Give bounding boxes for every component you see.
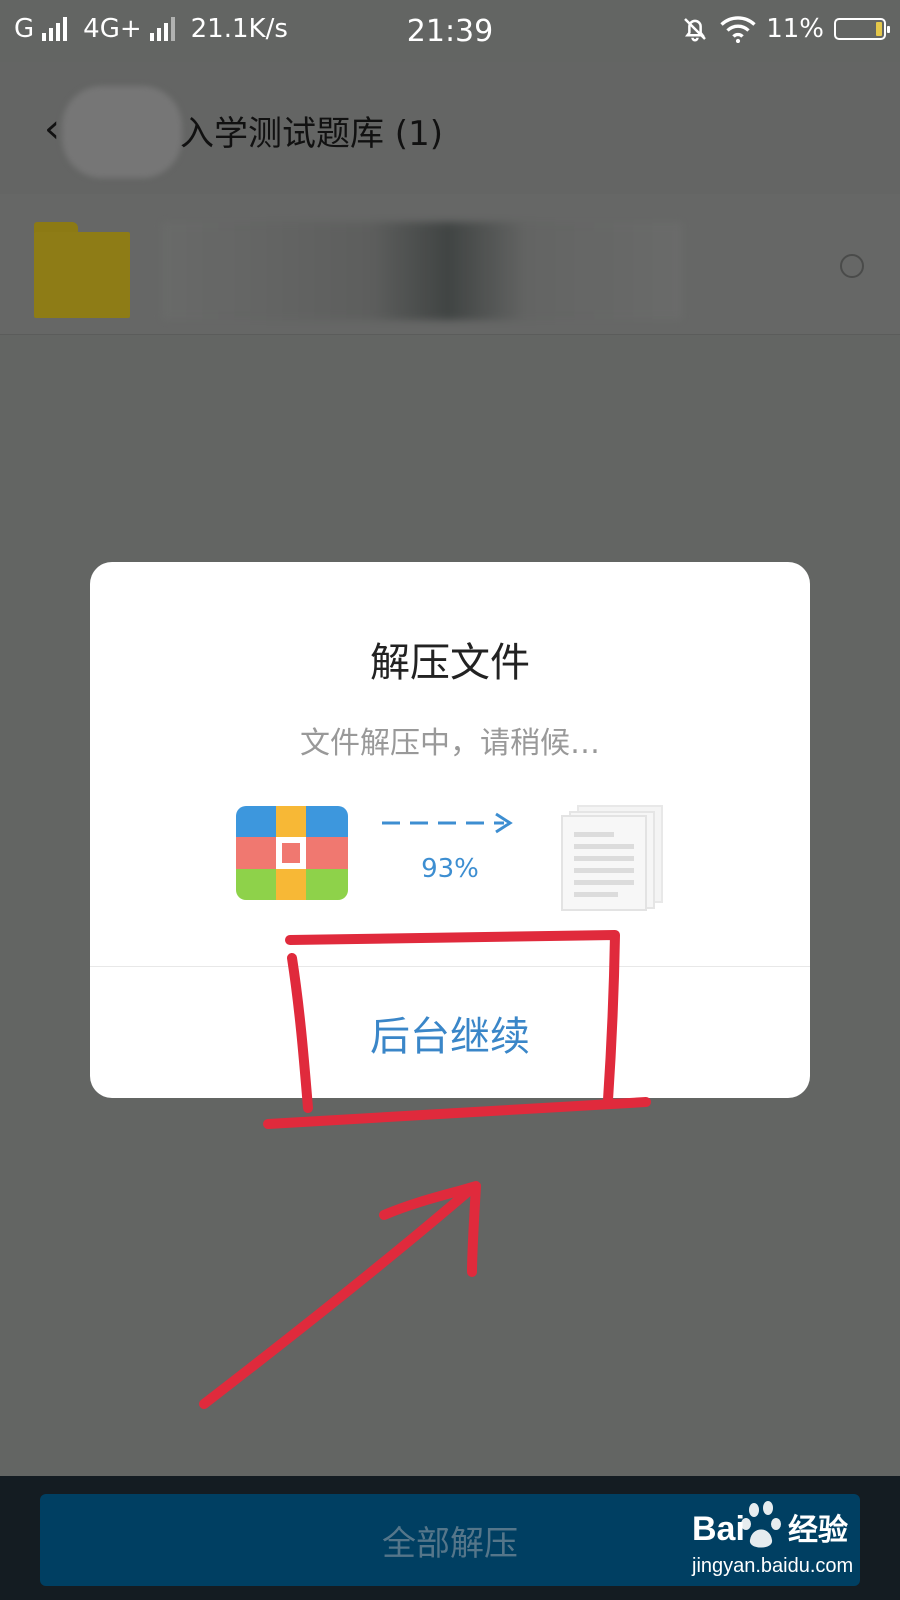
mute-bell-icon bbox=[684, 18, 707, 42]
dialog-message: 文件解压中，请稍候… bbox=[300, 726, 600, 761]
folder-icon bbox=[34, 222, 130, 318]
annotation-arrow bbox=[199, 1181, 481, 1409]
baidu-jingyan-watermark: Bai 经验 jingyan.baidu.com bbox=[691, 1501, 853, 1577]
blurred-region bbox=[62, 86, 182, 178]
blurred-filename bbox=[162, 222, 682, 320]
extract-dialog: 解压文件 文件解压中，请稍候… 93% 后台继续 bbox=[90, 562, 810, 1098]
dashed-arrow-icon bbox=[382, 812, 513, 834]
page-title: 入学测试题库 (1) bbox=[180, 114, 443, 154]
dialog-title: 解压文件 bbox=[370, 640, 530, 686]
watermark-url: jingyan.baidu.com bbox=[691, 1555, 853, 1577]
status-right: 11% bbox=[680, 14, 890, 44]
select-radio[interactable] bbox=[840, 254, 864, 278]
battery-icon bbox=[834, 18, 890, 40]
wifi-icon bbox=[720, 16, 756, 43]
progress-indicator: 93% bbox=[380, 810, 520, 890]
document-icon bbox=[561, 805, 663, 911]
baidu-paw-icon bbox=[741, 1501, 781, 1548]
battery-percent: 11% bbox=[766, 14, 824, 44]
back-chevron-icon[interactable]: ‹ bbox=[44, 106, 60, 152]
status-bar: G 4G+ 21.1K/s 21:39 11% bbox=[0, 0, 900, 62]
archive-icon bbox=[236, 806, 348, 900]
progress-percent: 93% bbox=[421, 854, 479, 884]
watermark-suffix: 经验 bbox=[788, 1513, 848, 1548]
watermark-brand: Bai bbox=[692, 1510, 745, 1548]
background-continue-button[interactable]: 后台继续 bbox=[90, 967, 810, 1098]
